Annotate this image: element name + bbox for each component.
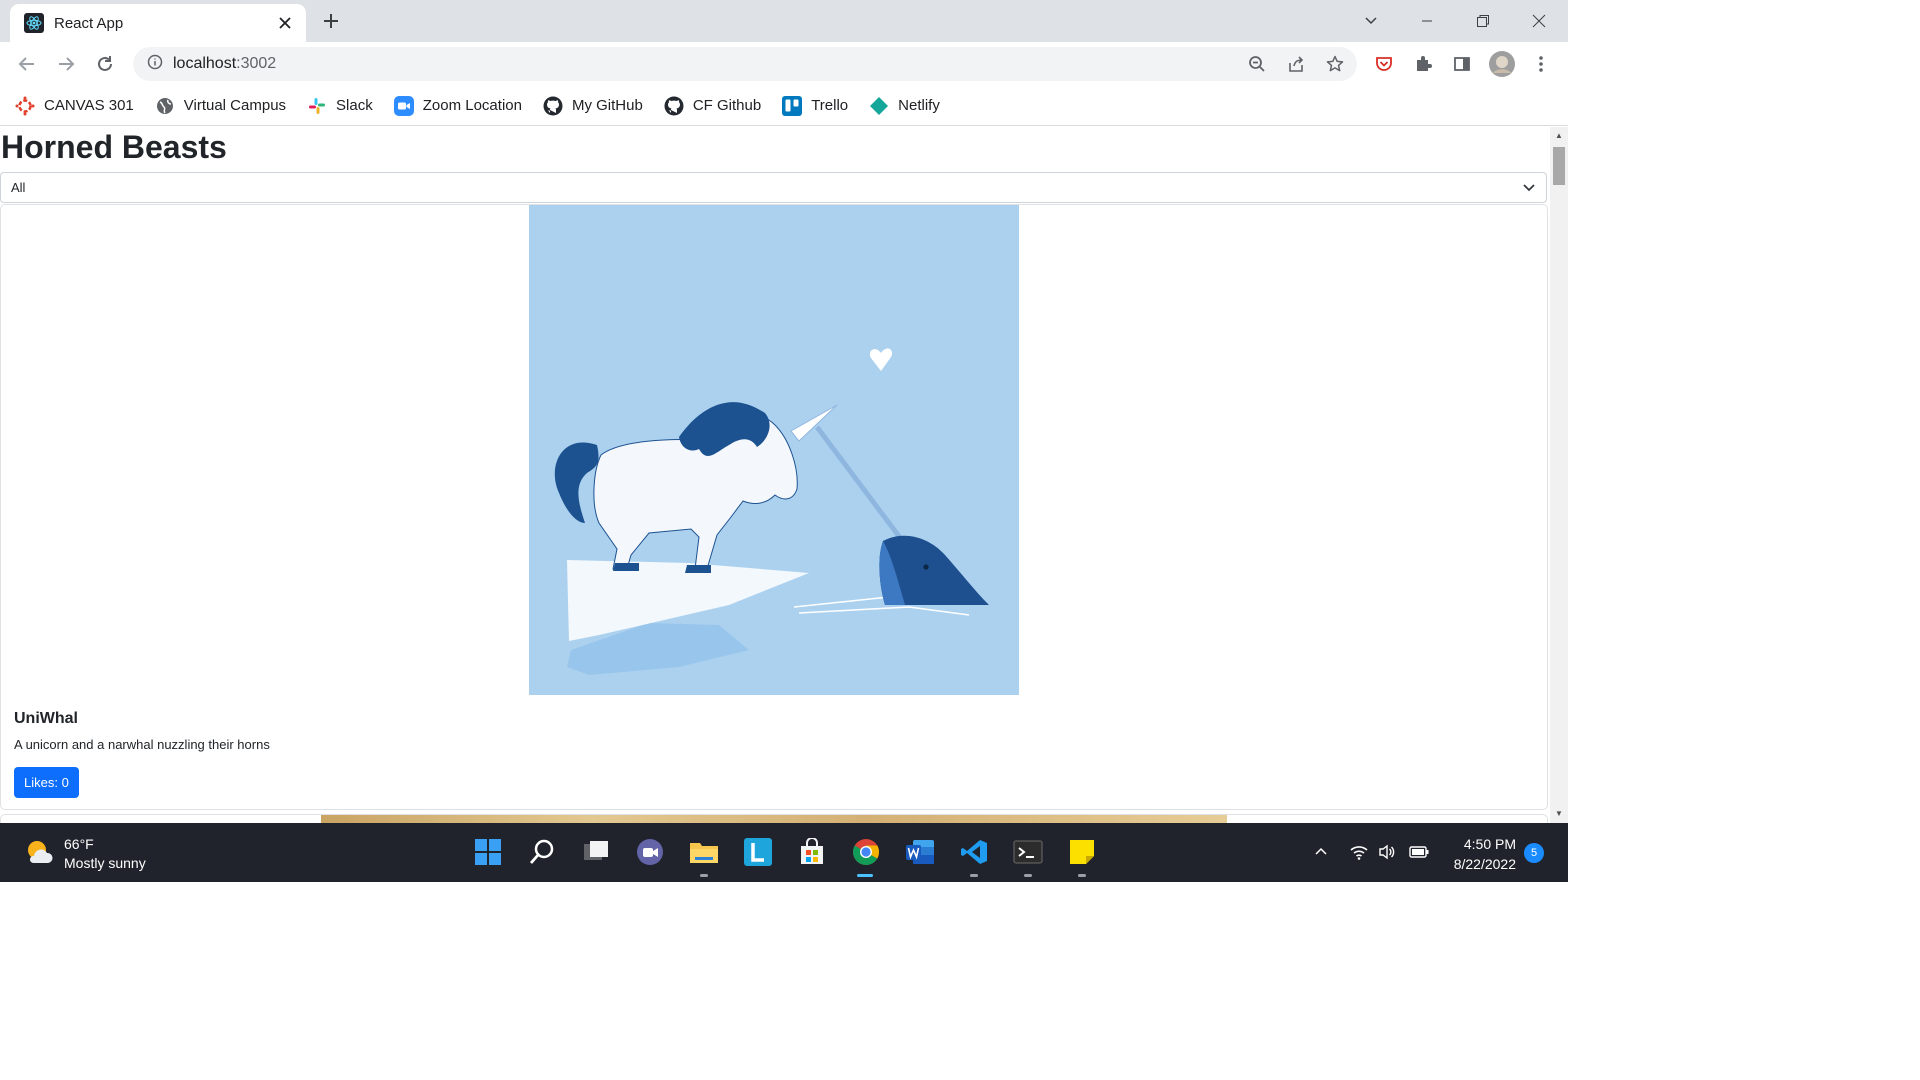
filter-selected-value: All — [11, 180, 26, 195]
sun-cloud-icon — [24, 837, 54, 872]
url-host: localhost — [173, 55, 237, 72]
bookmark-label: CANVAS 301 — [44, 97, 134, 114]
address-bar[interactable]: localhost:3002 — [133, 47, 1357, 81]
page-viewport: Horned Beasts All UniWhal A unicorn and … — [0, 127, 1550, 823]
bookmark-canvas[interactable]: CANVAS 301 — [14, 95, 134, 117]
bookmark-star-icon[interactable] — [1323, 52, 1347, 76]
horns-filter-select[interactable]: All — [0, 172, 1547, 203]
bookmark-label: Slack — [336, 97, 373, 114]
bookmark-cf-github[interactable]: CF Github — [663, 95, 761, 117]
pocket-extension-icon[interactable] — [1371, 51, 1397, 77]
bookmark-slack[interactable]: Slack — [306, 95, 373, 117]
running-indicator — [1078, 874, 1086, 877]
back-icon[interactable] — [14, 51, 40, 77]
linkedin-learning-icon[interactable] — [742, 836, 774, 868]
profile-avatar[interactable] — [1489, 51, 1515, 77]
running-indicator — [1024, 874, 1032, 877]
card-title: UniWhal — [14, 710, 78, 727]
trello-icon — [781, 95, 803, 117]
active-indicator — [857, 874, 873, 877]
zoom-icon — [393, 95, 415, 117]
file-explorer-icon[interactable] — [688, 836, 720, 868]
bookmark-netlify[interactable]: Netlify — [868, 95, 940, 117]
volume-icon[interactable] — [1376, 841, 1398, 863]
clock-date: 8/22/2022 — [1453, 856, 1516, 872]
zoom-out-icon[interactable] — [1245, 52, 1269, 76]
sticky-notes-icon[interactable] — [1066, 836, 1098, 868]
tab-search-icon[interactable] — [1358, 8, 1384, 34]
react-icon — [24, 13, 44, 33]
bookmark-label: Virtual Campus — [183, 97, 287, 114]
new-tab-button[interactable] — [318, 8, 344, 34]
share-icon[interactable] — [1284, 52, 1308, 76]
beast-image-next[interactable] — [321, 815, 1227, 823]
system-clock[interactable]: 4:50 PM 8/22/2022 — [1444, 834, 1516, 874]
chrome-icon[interactable] — [850, 836, 882, 868]
task-view-icon[interactable] — [580, 836, 612, 868]
beast-card-next — [0, 814, 1548, 823]
battery-icon[interactable] — [1408, 841, 1430, 863]
weather-desc: Mostly sunny — [64, 855, 146, 871]
globe-icon — [154, 95, 176, 117]
side-panel-icon[interactable] — [1449, 51, 1475, 77]
slack-icon — [306, 95, 328, 117]
bookmark-label: Netlify — [898, 97, 940, 114]
beast-image[interactable] — [529, 205, 1019, 695]
minimize-icon[interactable] — [1414, 8, 1440, 34]
running-indicator — [970, 874, 978, 877]
url-text: localhost:3002 — [173, 55, 276, 73]
word-icon[interactable] — [904, 836, 936, 868]
netlify-icon — [868, 95, 890, 117]
scroll-down-icon[interactable]: ▼ — [1554, 809, 1564, 819]
clock-time: 4:50 PM — [1463, 836, 1516, 852]
windows-start-icon[interactable] — [472, 836, 504, 868]
url-port: :3002 — [236, 55, 277, 72]
likes-button[interactable]: Likes: 0 — [14, 767, 79, 798]
microsoft-store-icon[interactable] — [796, 836, 828, 868]
scroll-thumb[interactable] — [1553, 147, 1565, 185]
terminal-icon[interactable] — [1012, 836, 1044, 868]
bookmark-label: My GitHub — [571, 97, 643, 114]
chevron-up-icon[interactable] — [1310, 841, 1332, 863]
chevron-down-icon — [1522, 180, 1536, 197]
canvas-icon — [14, 95, 36, 117]
forward-icon[interactable] — [53, 51, 79, 77]
github-icon — [663, 95, 685, 117]
close-window-icon[interactable] — [1526, 8, 1552, 34]
close-tab-icon[interactable] — [274, 12, 296, 34]
scroll-up-icon[interactable]: ▲ — [1554, 131, 1564, 141]
bookmark-trello[interactable]: Trello — [781, 95, 848, 117]
restore-icon[interactable] — [1470, 8, 1496, 34]
weather-temp: 66°F — [64, 836, 94, 852]
page-scrollbar[interactable]: ▲ ▼ — [1550, 127, 1568, 823]
teams-chat-icon[interactable] — [634, 836, 666, 868]
reload-icon[interactable] — [92, 51, 118, 77]
card-description: A unicorn and a narwhal nuzzling their h… — [14, 737, 270, 752]
bookmark-label: Trello — [811, 97, 849, 114]
vscode-icon[interactable] — [958, 836, 990, 868]
bookmark-virtual-campus[interactable]: Virtual Campus — [154, 95, 286, 117]
menu-dots-icon[interactable] — [1528, 51, 1554, 77]
tab-strip: React App — [0, 0, 1568, 42]
bookmark-zoom[interactable]: Zoom Location — [393, 95, 522, 117]
wifi-icon[interactable] — [1348, 841, 1370, 863]
browser-tab[interactable]: React App — [10, 4, 306, 42]
notification-badge[interactable]: 5 — [1524, 843, 1544, 863]
site-info-icon[interactable] — [147, 54, 163, 75]
browser-toolbar: localhost:3002 — [0, 42, 1568, 86]
weather-widget[interactable]: 66°F Mostly sunny — [24, 835, 146, 873]
bookmark-label: Zoom Location — [422, 97, 522, 114]
extensions-puzzle-icon[interactable] — [1410, 51, 1436, 77]
search-icon[interactable] — [526, 836, 558, 868]
page-title: Horned Beasts — [1, 129, 227, 165]
windows-taskbar: 66°F Mostly sunny 4:50 PM 8/22/2022 5 — [0, 823, 1568, 882]
bookmark-my-github[interactable]: My GitHub — [542, 95, 643, 117]
running-indicator — [700, 874, 708, 877]
github-icon — [542, 95, 564, 117]
bookmarks-bar: CANVAS 301 Virtual Campus Slack Zoom Loc… — [0, 86, 1568, 126]
tab-title: React App — [54, 14, 124, 32]
beast-card: UniWhal A unicorn and a narwhal nuzzling… — [0, 204, 1548, 810]
bookmark-label: CF Github — [692, 97, 762, 114]
